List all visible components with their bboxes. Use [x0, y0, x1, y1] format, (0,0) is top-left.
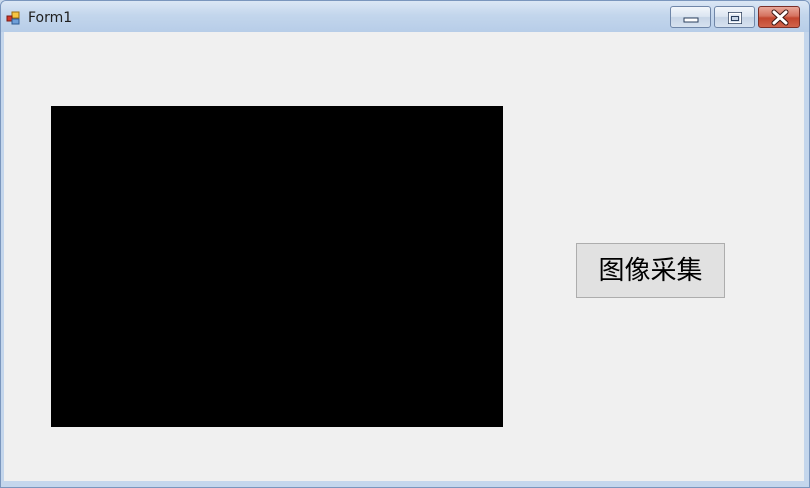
window-title: Form1 [28, 10, 73, 26]
form1-window: Form1 图像采集 [0, 0, 810, 488]
capture-image-button[interactable]: 图像采集 [576, 243, 725, 298]
maximize-icon [728, 12, 742, 24]
minimize-button[interactable] [670, 6, 711, 28]
picture-box[interactable] [51, 106, 503, 427]
window-resize-edge[interactable] [804, 121, 809, 481]
title-bar[interactable]: Form1 [1, 1, 809, 32]
winforms-app-icon[interactable] [6, 10, 20, 25]
close-icon [771, 9, 789, 26]
minimize-icon [683, 17, 699, 23]
close-button[interactable] [758, 6, 800, 28]
maximize-button[interactable] [714, 6, 755, 28]
form-client-area: 图像采集 [4, 32, 804, 481]
